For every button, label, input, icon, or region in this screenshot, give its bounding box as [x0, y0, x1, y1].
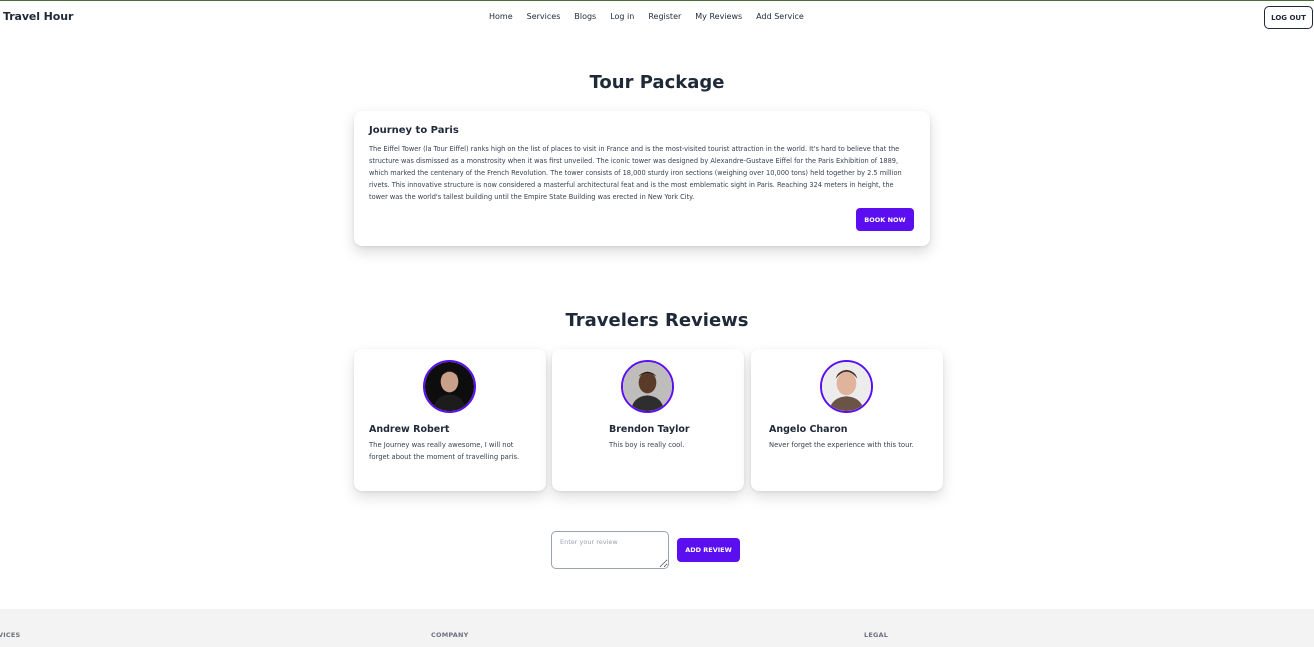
- review-text: The Journey was really awesome, I will n…: [369, 441, 520, 461]
- nav-menu: Home Services Blogs Log in Register My R…: [489, 12, 818, 21]
- review-text: Never forget the experience with this to…: [769, 441, 914, 449]
- review-card: Angelo Charon Never forget the experienc…: [751, 349, 943, 491]
- nav-blogs[interactable]: Blogs: [574, 12, 596, 21]
- person-avatar-icon: [822, 362, 871, 411]
- logout-button[interactable]: LOG OUT: [1264, 6, 1313, 29]
- nav-my-reviews[interactable]: My Reviews: [695, 12, 742, 21]
- add-review-button[interactable]: ADD REVIEW: [677, 538, 740, 562]
- navbar: Travel Hour Home Services Blogs Log in R…: [0, 1, 1314, 33]
- reviewer-name: Angelo Charon: [769, 424, 848, 435]
- nav-login[interactable]: Log in: [610, 12, 634, 21]
- review-text: This boy is really cool.: [609, 441, 685, 449]
- reviewer-name: Brendon Taylor: [609, 424, 690, 435]
- footer-heading-services: VICES: [0, 631, 21, 639]
- book-now-button[interactable]: BOOK NOW: [856, 208, 914, 231]
- footer-heading-legal: LEGAL: [864, 631, 889, 639]
- avatar: [621, 360, 674, 413]
- tour-package-heading: Tour Package: [589, 72, 725, 93]
- person-avatar-icon: [425, 362, 474, 411]
- footer: VICES COMPANY LEGAL: [0, 609, 1314, 647]
- nav-services[interactable]: Services: [527, 12, 561, 21]
- package-title: Journey to Paris: [369, 125, 459, 136]
- nav-register[interactable]: Register: [648, 12, 681, 21]
- review-card: Brendon Taylor This boy is really cool.: [552, 349, 744, 491]
- nav-home[interactable]: Home: [489, 12, 513, 21]
- package-description: The Eiffel Tower (la Tour Eiffel) ranks …: [369, 145, 902, 201]
- review-card: Andrew Robert The Journey was really awe…: [354, 349, 546, 491]
- brand-logo[interactable]: Travel Hour: [3, 10, 73, 23]
- avatar: [820, 360, 873, 413]
- review-input[interactable]: [551, 531, 669, 569]
- person-avatar-icon: [623, 362, 672, 411]
- avatar: [423, 360, 476, 413]
- nav-add-service[interactable]: Add Service: [756, 12, 804, 21]
- package-card: Journey to Paris The Eiffel Tower (la To…: [354, 111, 930, 246]
- reviewer-name: Andrew Robert: [369, 424, 450, 435]
- footer-heading-company: COMPANY: [431, 631, 469, 639]
- travelers-reviews-heading: Travelers Reviews: [565, 310, 749, 331]
